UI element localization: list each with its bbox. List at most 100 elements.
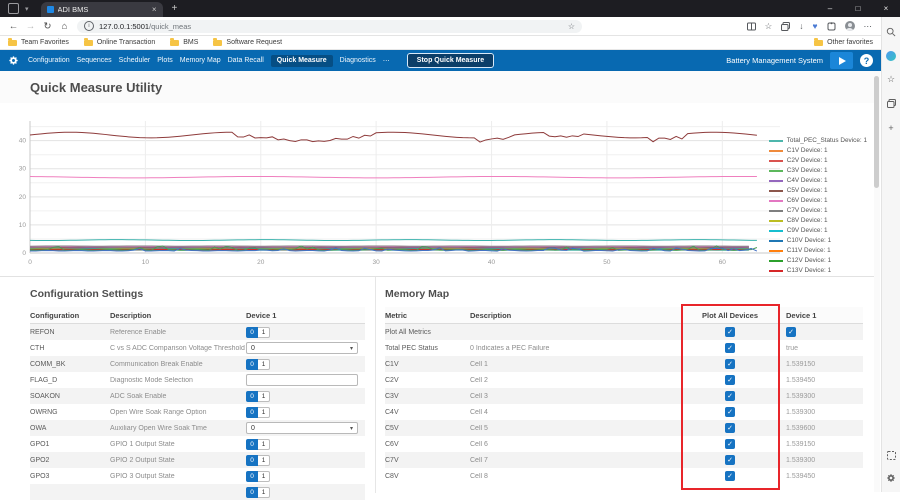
nav-item-data-recall[interactable]: Data Recall xyxy=(228,57,264,64)
toggle-control: 01 xyxy=(246,487,270,498)
workspaces-icon[interactable] xyxy=(8,3,19,14)
browser-tab[interactable]: ADI BMS × xyxy=(41,2,163,17)
legend-item[interactable]: C12V Device: 1 xyxy=(769,257,867,264)
sidebar-collections-icon[interactable] xyxy=(886,98,897,109)
profile-avatar[interactable] xyxy=(845,21,855,31)
split-screen-icon[interactable] xyxy=(747,22,756,31)
site-info-icon[interactable]: i xyxy=(84,21,94,31)
legend-item[interactable]: C9V Device: 1 xyxy=(769,227,867,234)
close-button[interactable]: × xyxy=(872,0,900,17)
toggle-option-1[interactable]: 1 xyxy=(258,327,270,338)
toggle-option-1[interactable]: 1 xyxy=(258,359,270,370)
toggle-option-0[interactable]: 0 xyxy=(246,487,258,498)
stop-quick-measure-button[interactable]: Stop Quick Measure xyxy=(407,53,494,68)
settings-gear-icon[interactable] xyxy=(8,55,19,66)
home-button[interactable]: ⌂ xyxy=(56,21,73,32)
tab-close-icon[interactable]: × xyxy=(152,5,157,14)
scrollbar-thumb[interactable] xyxy=(874,76,879,188)
toggle-option-1[interactable]: 1 xyxy=(258,439,270,450)
plot-all-checkbox[interactable]: ✓ xyxy=(725,391,735,401)
nav-item-sequences[interactable]: Sequences xyxy=(77,57,112,64)
collections-icon[interactable] xyxy=(781,22,790,31)
legend-item[interactable]: C5V Device: 1 xyxy=(769,187,867,194)
address-bar[interactable]: i 127.0.0.1:5001/quick_meas ☆ xyxy=(77,20,582,33)
nav-item-configuration[interactable]: Configuration xyxy=(28,57,70,64)
nav-item-scheduler[interactable]: Scheduler xyxy=(119,57,151,64)
toggle-option-0[interactable]: 0 xyxy=(246,471,258,482)
memory-metric: C6V xyxy=(385,441,470,448)
legend-item[interactable]: Total_PEC_Status Device: 1 xyxy=(769,137,867,144)
toggle-option-0[interactable]: 0 xyxy=(246,407,258,418)
favorites-icon[interactable]: ☆ xyxy=(765,22,773,31)
back-button[interactable]: ← xyxy=(5,21,22,32)
toggle-option-0[interactable]: 0 xyxy=(246,327,258,338)
legend-item[interactable]: C4V Device: 1 xyxy=(769,177,867,184)
settings-more-icon[interactable]: ⋯ xyxy=(864,22,873,31)
config-name: OWA xyxy=(30,425,110,432)
plot-all-checkbox[interactable]: ✓ xyxy=(725,359,735,369)
config-select[interactable]: 0▾ xyxy=(246,342,358,354)
search-icon[interactable] xyxy=(886,26,897,37)
legend-item[interactable]: C10V Device: 1 xyxy=(769,237,867,244)
tab-actions-icon[interactable]: ▾ xyxy=(25,5,29,13)
plot-all-checkbox[interactable]: ✓ xyxy=(725,375,735,385)
help-button[interactable]: ? xyxy=(860,54,873,67)
plot-all-checkbox[interactable]: ✓ xyxy=(725,455,735,465)
downloads-icon[interactable]: ↓ xyxy=(799,22,803,31)
other-favorites[interactable]: Other favorites xyxy=(814,39,873,46)
nav-item-plots[interactable]: Plots xyxy=(157,57,173,64)
plot-all-checkbox[interactable]: ✓ xyxy=(725,471,735,481)
toggle-option-1[interactable]: 1 xyxy=(258,407,270,418)
legend-label: C7V Device: 1 xyxy=(787,207,828,214)
sidebar-add-icon[interactable]: + xyxy=(886,122,897,133)
nav-item-memory-map[interactable]: Memory Map xyxy=(180,57,221,64)
plot-all-checkbox[interactable]: ✓ xyxy=(725,439,735,449)
plot-all-checkbox[interactable]: ✓ xyxy=(725,407,735,417)
sidebar-favorites-icon[interactable]: ☆ xyxy=(886,74,897,85)
legend-item[interactable]: C11V Device: 1 xyxy=(769,247,867,254)
legend-item[interactable]: C1V Device: 1 xyxy=(769,147,867,154)
plot-all-checkbox[interactable]: ✓ xyxy=(725,327,735,337)
browser-essentials-icon[interactable]: ♥ xyxy=(812,22,817,31)
forward-button[interactable]: → xyxy=(22,21,39,32)
plot-all-checkbox[interactable]: ✓ xyxy=(725,423,735,433)
device1-checkbox[interactable]: ✓ xyxy=(786,327,796,337)
browser-titlebar: ▾ ADI BMS × + – □ × xyxy=(0,0,900,17)
toggle-option-0[interactable]: 0 xyxy=(246,455,258,466)
sidebar-settings-gear-icon[interactable] xyxy=(886,472,897,483)
toggle-option-1[interactable]: 1 xyxy=(258,471,270,482)
plot-all-checkbox[interactable]: ✓ xyxy=(725,343,735,353)
toggle-option-0[interactable]: 0 xyxy=(246,359,258,370)
bookmark-software-request[interactable]: Software Request xyxy=(213,39,282,46)
run-button[interactable] xyxy=(830,52,853,69)
toggle-option-1[interactable]: 1 xyxy=(258,487,270,498)
config-text-input[interactable] xyxy=(246,374,358,386)
legend-item[interactable]: C2V Device: 1 xyxy=(769,157,867,164)
memory-description: Cell 2 xyxy=(470,377,682,384)
legend-item[interactable]: C13V Device: 1 xyxy=(769,267,867,274)
nav-item-quick-measure[interactable]: Quick Measure xyxy=(271,55,333,67)
nav-item-diagnostics[interactable]: Diagnostics xyxy=(340,57,376,64)
extensions-icon[interactable] xyxy=(827,22,836,31)
bookmark-bms[interactable]: BMS xyxy=(170,39,198,46)
toggle-option-1[interactable]: 1 xyxy=(258,391,270,402)
screenshot-icon[interactable] xyxy=(886,450,897,461)
copilot-icon[interactable] xyxy=(886,50,897,61)
minimize-button[interactable]: – xyxy=(816,0,844,17)
legend-item[interactable]: C7V Device: 1 xyxy=(769,207,867,214)
bookmark-online-transaction[interactable]: Online Transaction xyxy=(84,39,155,46)
legend-item[interactable]: C8V Device: 1 xyxy=(769,217,867,224)
favorite-star-icon[interactable]: ☆ xyxy=(568,22,575,31)
maximize-button[interactable]: □ xyxy=(844,0,872,17)
new-tab-button[interactable]: + xyxy=(172,3,178,14)
toggle-option-0[interactable]: 0 xyxy=(246,439,258,450)
config-select[interactable]: 0▾ xyxy=(246,422,358,434)
toggle-option-0[interactable]: 0 xyxy=(246,391,258,402)
refresh-button[interactable]: ↻ xyxy=(39,21,56,32)
toggle-option-1[interactable]: 1 xyxy=(258,455,270,466)
bookmark-team-favorites[interactable]: Team Favorites xyxy=(8,39,69,46)
page-scrollbar[interactable] xyxy=(874,71,880,492)
nav-overflow-icon[interactable]: ⋯ xyxy=(383,57,390,65)
legend-item[interactable]: C3V Device: 1 xyxy=(769,167,867,174)
legend-item[interactable]: C6V Device: 1 xyxy=(769,197,867,204)
